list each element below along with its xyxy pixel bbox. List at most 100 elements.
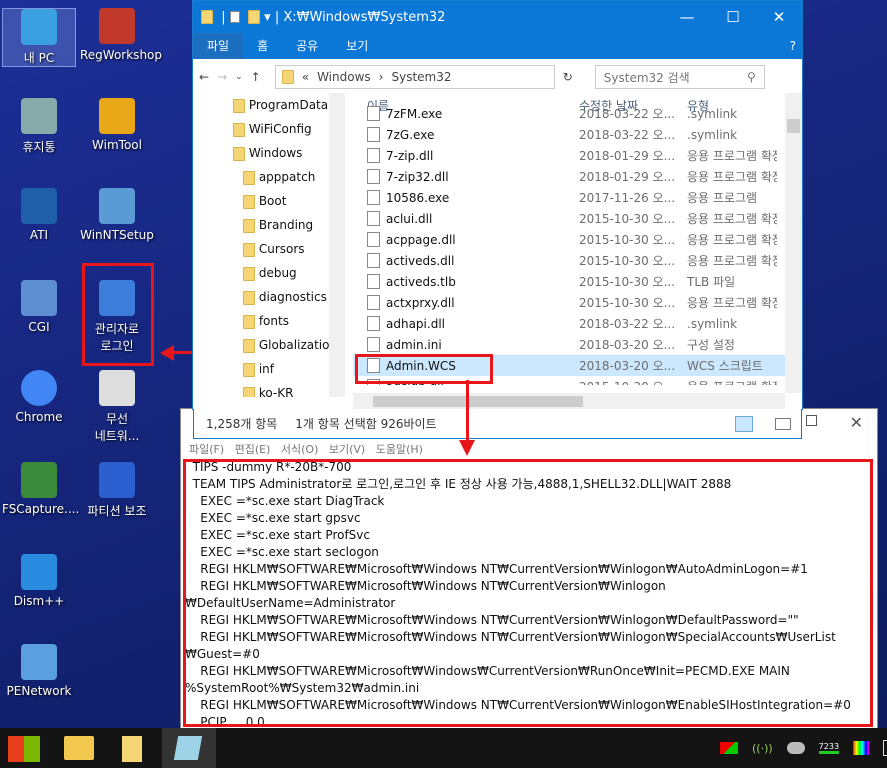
color-display-icon[interactable]: [853, 741, 870, 755]
nav-item[interactable]: ProgramData: [193, 93, 343, 117]
breadcrumb-system32[interactable]: System32: [391, 70, 451, 84]
file-vertical-scrollbar[interactable]: [785, 93, 802, 393]
tray: ((·)) 7233: [720, 740, 887, 756]
close-button[interactable]: ✕: [850, 413, 863, 432]
file-type: .symlink: [687, 127, 738, 142]
up-button[interactable]: ↑: [251, 70, 261, 84]
tab-home[interactable]: 홈: [243, 33, 282, 59]
large-icons-view-button[interactable]: [775, 417, 791, 430]
folder-icon: [243, 266, 255, 281]
forward-button[interactable]: →: [217, 70, 227, 84]
desktop-icon[interactable]: Dism++: [2, 554, 76, 608]
file-icon: [367, 316, 380, 331]
nav-item[interactable]: WiFiConfig: [193, 117, 343, 141]
tab-file[interactable]: 파일: [193, 33, 244, 59]
notepad-taskbar-icon[interactable]: [162, 728, 216, 768]
start-button[interactable]: [8, 736, 40, 762]
maximize-button[interactable]: ☐: [710, 8, 756, 26]
file-row[interactable]: 7-zip.dll 2018-01-29 오... 응용 프로그램 확장: [353, 145, 788, 166]
nav-item[interactable]: inf: [193, 357, 343, 381]
file-list: 이름 수정한 날짜 유형 7zFM.exe2018-03-22 오....sym…: [353, 93, 788, 385]
counter-icon[interactable]: 7233: [818, 742, 840, 754]
nav-item[interactable]: apppatch: [193, 165, 343, 189]
item-count: 1,258개 항목: [206, 417, 278, 431]
desktop-icon-label: Chrome: [15, 410, 63, 424]
desktop-icon[interactable]: WimTool: [80, 98, 154, 152]
file-name: 7-zip.dll: [386, 148, 434, 163]
recent-dropdown[interactable]: ⌄: [235, 72, 243, 82]
file-row[interactable]: 7zFM.exe 2018-03-22 오... .symlink: [353, 103, 788, 124]
refresh-button[interactable]: ↻: [563, 70, 573, 84]
file-icon[interactable]: [229, 11, 240, 23]
desktop-icon-label: 관리자로 로그인: [94, 322, 140, 353]
nav-item-label: WiFiConfig: [248, 122, 312, 136]
arrow-to-notepad: [466, 380, 469, 442]
explorer-taskbar-icon[interactable]: [64, 736, 94, 760]
desktop-icon[interactable]: RegWorkshop: [80, 8, 162, 62]
desktop-icon[interactable]: 내 PC: [2, 8, 76, 67]
file-row[interactable]: activeds.dll 2015-10-30 오... 응용 프로그램 확장: [353, 250, 788, 271]
folder-icon: [281, 70, 294, 84]
nav-item[interactable]: diagnostics: [193, 285, 343, 309]
nav-item[interactable]: ko-KR: [193, 381, 343, 397]
desktop-icon[interactable]: ATI: [2, 188, 76, 242]
desktop-icon[interactable]: 휴지통: [2, 98, 76, 155]
file-date: 2017-11-26 오...: [579, 191, 676, 205]
address-bar[interactable]: « Windows › System32: [274, 65, 555, 89]
nav-item[interactable]: Cursors: [193, 237, 343, 261]
nav-item-label: Boot: [258, 194, 287, 208]
tab-view[interactable]: 보기: [332, 33, 382, 59]
folder-taskbar-icon[interactable]: [122, 736, 142, 762]
nav-item[interactable]: debug: [193, 261, 343, 285]
file-row[interactable]: admin.ini 2018-03-20 오... 구성 설정: [353, 334, 788, 355]
desktop-icon-label: ATI: [29, 228, 49, 242]
desktop-icon[interactable]: WinNTSetup: [80, 188, 154, 242]
file-row[interactable]: 7-zip32.dll 2018-01-29 오... 응용 프로그램 확장: [353, 166, 788, 187]
file-type: WCS 스크립트: [687, 359, 763, 373]
wireless-tray-icon[interactable]: ((·)): [752, 742, 773, 755]
usb-icon[interactable]: [883, 740, 887, 756]
nav-scrollbar[interactable]: [329, 93, 345, 397]
file-type: 응용 프로그램: [687, 191, 758, 205]
file-horizontal-scrollbar[interactable]: [353, 393, 785, 410]
nav-item[interactable]: Branding: [193, 213, 343, 237]
desktop-icon[interactable]: FSCapture....: [2, 462, 79, 516]
file-row[interactable]: 7zG.exe 2018-03-22 오... .symlink: [353, 124, 788, 145]
network-red-icon[interactable]: [720, 742, 738, 754]
breadcrumb-windows[interactable]: Windows: [317, 70, 371, 84]
tab-share[interactable]: 공유: [282, 33, 332, 59]
chrome-icon: [21, 370, 57, 406]
nav-item[interactable]: fonts: [193, 309, 343, 333]
file-name: 7zFM.exe: [386, 106, 443, 121]
back-button[interactable]: ←: [199, 70, 209, 84]
nav-item-label: ko-KR: [258, 386, 294, 397]
regworkshop-icon: [99, 8, 135, 44]
file-row[interactable]: aclui.dll 2015-10-30 오... 응용 프로그램 확장: [353, 208, 788, 229]
minimize-button[interactable]: —: [664, 8, 710, 26]
file-row[interactable]: acppage.dll 2015-10-30 오... 응용 프로그램 확장: [353, 229, 788, 250]
new-folder-icon[interactable]: [248, 10, 261, 24]
window-title: X:₩Windows₩System32: [283, 9, 446, 25]
help-icon[interactable]: ?: [784, 33, 802, 59]
file-row[interactable]: 10586.exe 2017-11-26 오... 응용 프로그램: [353, 187, 788, 208]
file-row[interactable]: adhapi.dll 2018-03-22 오... .symlink: [353, 313, 788, 334]
breadcrumb-overflow[interactable]: «: [302, 70, 309, 84]
desktop-icon[interactable]: Chrome: [2, 370, 76, 424]
file-row[interactable]: actxprxy.dll 2015-10-30 오... 응용 프로그램 확장: [353, 292, 788, 313]
details-view-button[interactable]: [735, 415, 753, 432]
desktop-icon[interactable]: 무선 네트워...: [80, 370, 154, 444]
close-button[interactable]: ✕: [756, 8, 802, 26]
desktop-icon-label: CGI: [28, 320, 50, 334]
search-input[interactable]: System32 검색 ⚲: [594, 65, 765, 89]
nav-item[interactable]: Boot: [193, 189, 343, 213]
desktop-icon[interactable]: 파티션 보조: [80, 462, 154, 519]
desktop-icon[interactable]: PENetwork: [2, 644, 76, 698]
nav-item[interactable]: Windows: [193, 141, 343, 165]
nav-item[interactable]: Globalization: [193, 333, 343, 357]
file-date: 2018-03-22 오...: [579, 128, 676, 142]
maximize-button[interactable]: [806, 415, 817, 426]
file-row[interactable]: activeds.tlb 2015-10-30 오... TLB 파일: [353, 271, 788, 292]
desktop-icon[interactable]: CGI: [2, 280, 76, 334]
desktop-icon[interactable]: 관리자로 로그인: [80, 280, 154, 354]
cloud-icon[interactable]: [786, 742, 805, 754]
